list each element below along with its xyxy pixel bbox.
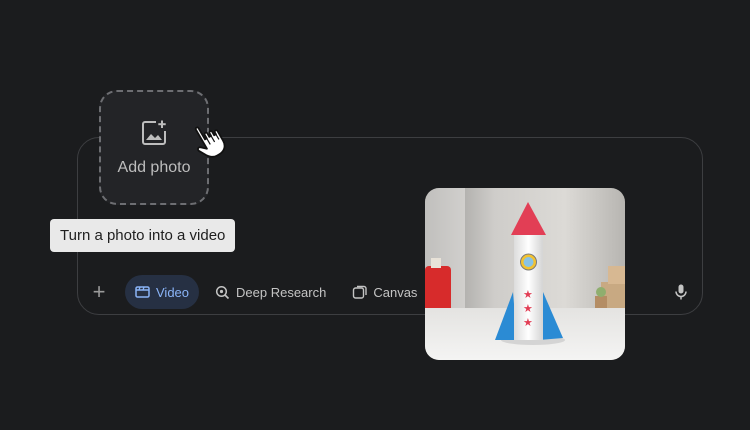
canvas-icon bbox=[353, 285, 368, 299]
deep-research-chip-label: Deep Research bbox=[236, 284, 327, 300]
video-chip[interactable]: Video bbox=[125, 275, 200, 309]
rocket-photo: ★ ★ ★ bbox=[425, 188, 625, 360]
add-image-icon bbox=[142, 120, 166, 145]
add-photo-label: Add photo bbox=[117, 158, 191, 176]
video-chip-label: Video bbox=[156, 284, 190, 300]
svg-text:★: ★ bbox=[523, 288, 533, 301]
film-icon bbox=[135, 286, 150, 298]
canvas-chip-label: Canvas bbox=[373, 284, 418, 300]
deep-research-chip[interactable]: Deep Research bbox=[205, 275, 336, 309]
hand-pointer-icon bbox=[194, 126, 226, 158]
composer-toolbar: + Video Deep Research Canvas bbox=[85, 274, 433, 310]
microphone-icon[interactable] bbox=[672, 283, 690, 301]
deep-research-icon bbox=[215, 285, 230, 299]
svg-text:★: ★ bbox=[523, 302, 533, 315]
tooltip: Turn a photo into a video bbox=[50, 219, 236, 252]
plus-icon[interactable]: + bbox=[85, 278, 113, 306]
svg-text:★: ★ bbox=[523, 316, 533, 329]
canvas-chip[interactable]: Canvas bbox=[342, 275, 427, 309]
tooltip-text: Turn a photo into a video bbox=[60, 227, 226, 244]
